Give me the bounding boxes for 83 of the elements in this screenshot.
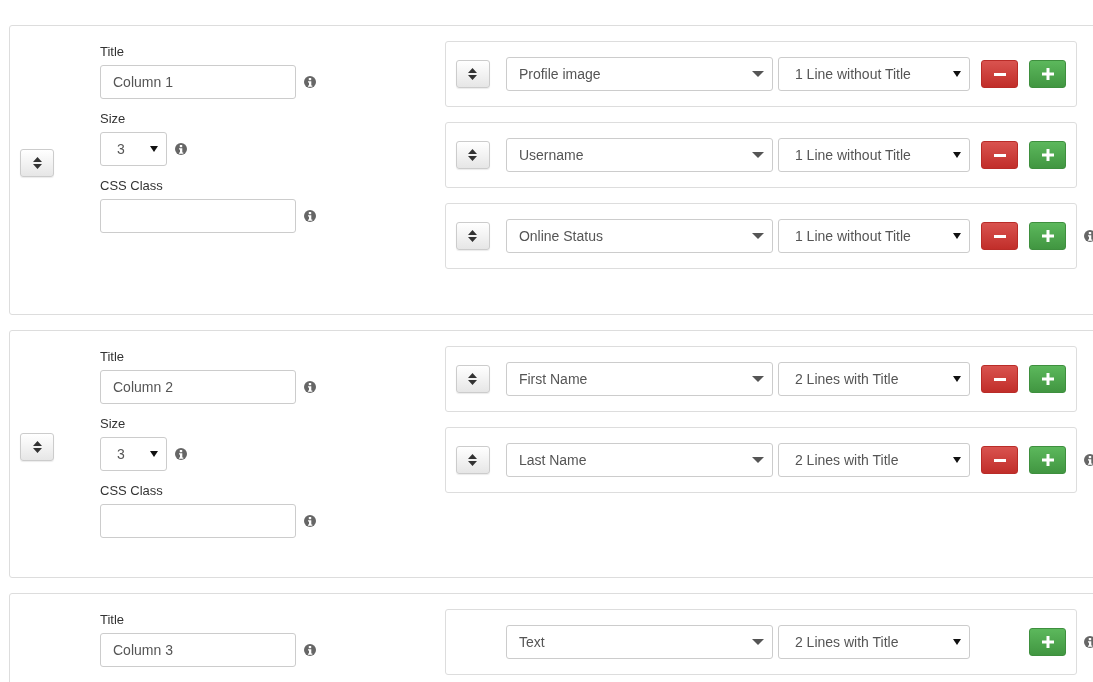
field-label: Size — [100, 416, 127, 431]
add-button[interactable] — [1029, 222, 1066, 250]
text-field[interactable] — [100, 504, 296, 538]
field-label: CSS Class — [100, 483, 164, 498]
sort-icon — [32, 440, 42, 453]
sort-handle[interactable] — [456, 365, 490, 393]
plus-icon — [1041, 149, 1054, 161]
display-dropdown[interactable]: 2 Lines with Title — [777, 443, 971, 477]
add-button[interactable] — [1029, 628, 1066, 656]
sort-icon — [468, 149, 478, 161]
dropdown-arrow-icon — [953, 457, 962, 463]
caret-icon — [751, 376, 764, 382]
caret-icon — [751, 152, 764, 158]
remove-button[interactable] — [981, 222, 1019, 250]
add-button[interactable] — [1029, 60, 1066, 88]
text-field[interactable]: Column 1 — [100, 65, 296, 99]
field-dropdown[interactable]: Profile image — [505, 57, 773, 91]
sort-handle[interactable] — [20, 432, 54, 461]
add-button[interactable] — [1029, 365, 1066, 393]
sort-icon — [468, 373, 478, 385]
minus-icon — [993, 458, 1006, 462]
dropdown-arrow-icon — [953, 639, 962, 645]
plus-icon — [1041, 373, 1054, 385]
info-icon — [175, 143, 187, 155]
minus-icon — [993, 153, 1006, 157]
info-icon — [304, 515, 316, 527]
dropdown-arrow-icon — [953, 233, 962, 239]
add-button[interactable] — [1029, 141, 1066, 169]
text-field[interactable]: Column 2 — [100, 370, 296, 404]
display-dropdown[interactable]: 1 Line without Title — [777, 219, 971, 253]
minus-icon — [993, 72, 1006, 76]
display-dropdown[interactable]: 1 Line without Title — [777, 57, 971, 91]
field-dropdown[interactable]: Last Name — [505, 443, 773, 477]
dropdown-arrow-icon — [953, 376, 962, 382]
sort-handle[interactable] — [20, 148, 54, 177]
remove-button[interactable] — [981, 446, 1019, 474]
caret-icon — [751, 639, 764, 645]
remove-button[interactable] — [981, 60, 1019, 88]
info-icon — [175, 448, 187, 460]
field-dropdown[interactable]: First Name — [505, 362, 773, 396]
add-button[interactable] — [1029, 446, 1066, 474]
field-label: Title — [100, 612, 126, 627]
sort-icon — [468, 68, 478, 80]
info-icon — [304, 210, 316, 222]
caret-icon — [751, 233, 764, 239]
field-label: Title — [100, 349, 126, 364]
minus-icon — [993, 377, 1006, 381]
field-label: Title — [100, 44, 126, 59]
sort-handle[interactable] — [456, 222, 490, 250]
display-dropdown[interactable]: 2 Lines with Title — [777, 625, 971, 659]
remove-button[interactable] — [981, 141, 1019, 169]
sort-handle[interactable] — [456, 446, 490, 474]
dropdown-arrow-icon — [150, 146, 158, 152]
sort-handle[interactable] — [456, 60, 490, 88]
sort-icon — [468, 230, 478, 242]
plus-icon — [1041, 230, 1054, 242]
field-label: Size — [100, 111, 127, 126]
plus-icon — [1041, 636, 1054, 648]
dropdown-arrow-icon — [150, 451, 158, 457]
plus-icon — [1041, 68, 1054, 80]
plus-icon — [1041, 454, 1054, 466]
size-dropdown[interactable]: 3 — [100, 437, 167, 471]
text-field[interactable] — [100, 199, 296, 233]
sort-icon — [468, 454, 478, 466]
field-dropdown[interactable]: Online Status — [505, 219, 773, 253]
sort-icon — [32, 156, 42, 169]
info-icon — [304, 644, 316, 656]
field-dropdown[interactable]: Username — [505, 138, 773, 172]
size-dropdown[interactable]: 3 — [100, 132, 167, 166]
field-dropdown[interactable]: Text — [505, 625, 773, 659]
caret-icon — [751, 71, 764, 77]
text-field[interactable]: Column 3 — [100, 633, 296, 667]
display-dropdown[interactable]: 2 Lines with Title — [777, 362, 971, 396]
remove-button[interactable] — [981, 365, 1019, 393]
minus-icon — [993, 234, 1006, 238]
display-dropdown[interactable]: 1 Line without Title — [777, 138, 971, 172]
dropdown-arrow-icon — [953, 152, 962, 158]
dropdown-arrow-icon — [953, 71, 962, 77]
field-label: CSS Class — [100, 178, 164, 193]
sort-handle[interactable] — [456, 141, 490, 169]
caret-icon — [751, 457, 764, 463]
info-icon — [304, 381, 316, 393]
info-icon — [304, 76, 316, 88]
